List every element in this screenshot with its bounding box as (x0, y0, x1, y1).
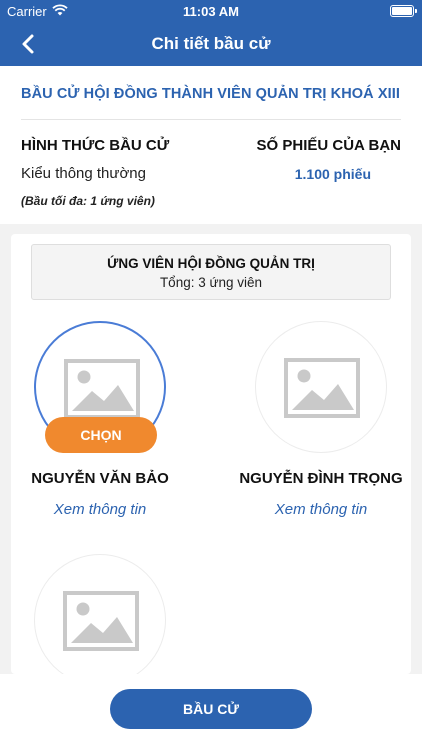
divider (21, 119, 401, 120)
choose-candidate-button[interactable]: CHỌN (45, 417, 157, 453)
max-candidates-note: (Bầu tối đa: 1 ứng viên) (21, 194, 155, 208)
voting-form-value: Kiểu thông thường (21, 165, 146, 182)
your-votes-value: 1.100 phiếu (294, 166, 371, 182)
image-placeholder-icon (64, 359, 140, 419)
candidate-avatar[interactable] (255, 321, 387, 453)
election-title: BẦU CỬ HỘI ĐỒNG THÀNH VIÊN QUẢN TRỊ KHOÁ… (21, 86, 401, 102)
status-bar: Carrier 11:03 AM (0, 0, 422, 22)
image-placeholder-icon (63, 591, 139, 651)
image-placeholder-icon (284, 358, 360, 418)
voting-form-heading: HÌNH THỨC BẦU CỬ (21, 137, 170, 154)
vote-button[interactable]: BẦU CỬ (110, 689, 312, 729)
your-votes-heading: SỐ PHIẾU CỦA BẠN (256, 137, 401, 154)
candidate-total: Tổng: 3 ứng viên (159, 275, 263, 290)
view-info-link[interactable]: Xem thông tin (231, 501, 411, 518)
nav-bar: Chi tiết bầu cử (0, 22, 422, 66)
candidate-name: NGUYỄN VĂN BẢO (31, 470, 169, 487)
candidate-panel-header: ỨNG VIÊN HỘI ĐỒNG QUẢN TRỊ Tổng: 3 ứng v… (31, 244, 391, 300)
candidate-name: NGUYỄN ĐÌNH TRỌNG (239, 470, 403, 487)
page-title: Chi tiết bầu cử (151, 34, 271, 53)
status-time: 11:03 AM (183, 4, 239, 19)
view-info-link[interactable]: Xem thông tin (10, 501, 190, 518)
battery-icon (390, 5, 417, 17)
candidate-panel-heading: ỨNG VIÊN HỘI ĐỒNG QUẢN TRỊ (107, 256, 315, 271)
candidate-avatar[interactable] (34, 554, 166, 686)
top-bar: Carrier 11:03 AM Chi tiết bầu cử (0, 0, 422, 66)
